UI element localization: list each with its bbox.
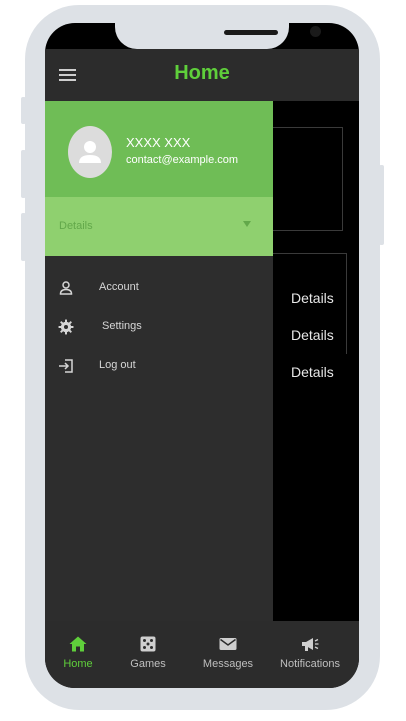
bottom-navigation: Home Games Messages Notifications [45, 621, 359, 688]
menu-item-logout[interactable]: Log out [45, 350, 273, 382]
menu-item-label: Account [99, 281, 139, 293]
logout-icon [59, 359, 73, 373]
nav-label: Games [130, 658, 166, 670]
app-bar: Home [45, 49, 359, 101]
chevron-down-icon [243, 221, 251, 227]
volume-up-button [21, 150, 26, 198]
megaphone-icon [302, 638, 319, 651]
gear-icon [58, 319, 74, 335]
person-icon [79, 141, 101, 163]
nav-label: Home [63, 658, 93, 670]
nav-home[interactable]: Home [47, 621, 109, 688]
phone-screen: Details Details Details Home XXXX XXX co… [45, 23, 359, 688]
nav-label: Messages [202, 658, 254, 670]
nav-notifications[interactable]: Notifications [274, 621, 346, 688]
details-label: Details [59, 220, 93, 232]
camera-icon [310, 26, 321, 37]
nav-games[interactable]: Games [117, 621, 179, 688]
user-name: XXXX XXX [126, 135, 191, 150]
speaker-grille [224, 30, 278, 35]
details-dropdown[interactable]: Details [45, 197, 273, 256]
detail-link[interactable]: Details [291, 364, 334, 380]
phone-notch [115, 23, 321, 49]
menu-item-account[interactable]: Account [45, 272, 273, 304]
menu-item-label: Log out [99, 359, 136, 371]
user-email: contact@example.com [126, 154, 239, 166]
home-icon [69, 636, 87, 652]
mute-switch [21, 97, 26, 124]
envelope-icon [219, 638, 237, 650]
nav-messages[interactable]: Messages [193, 621, 263, 688]
person-icon [59, 281, 73, 295]
navigation-drawer: XXXX XXX contact@example.com Details Acc… [45, 101, 273, 621]
avatar[interactable] [68, 126, 112, 178]
menu-item-settings[interactable]: Settings [45, 311, 273, 343]
page-title: Home [174, 62, 230, 84]
detail-link[interactable]: Details [291, 290, 334, 306]
detail-link[interactable]: Details [291, 327, 334, 343]
nav-label: Notifications [280, 658, 340, 670]
power-button [379, 165, 384, 245]
volume-down-button [21, 213, 26, 261]
dice-icon [140, 636, 156, 652]
menu-item-label: Settings [102, 320, 142, 332]
drawer-header: XXXX XXX contact@example.com [45, 101, 273, 197]
